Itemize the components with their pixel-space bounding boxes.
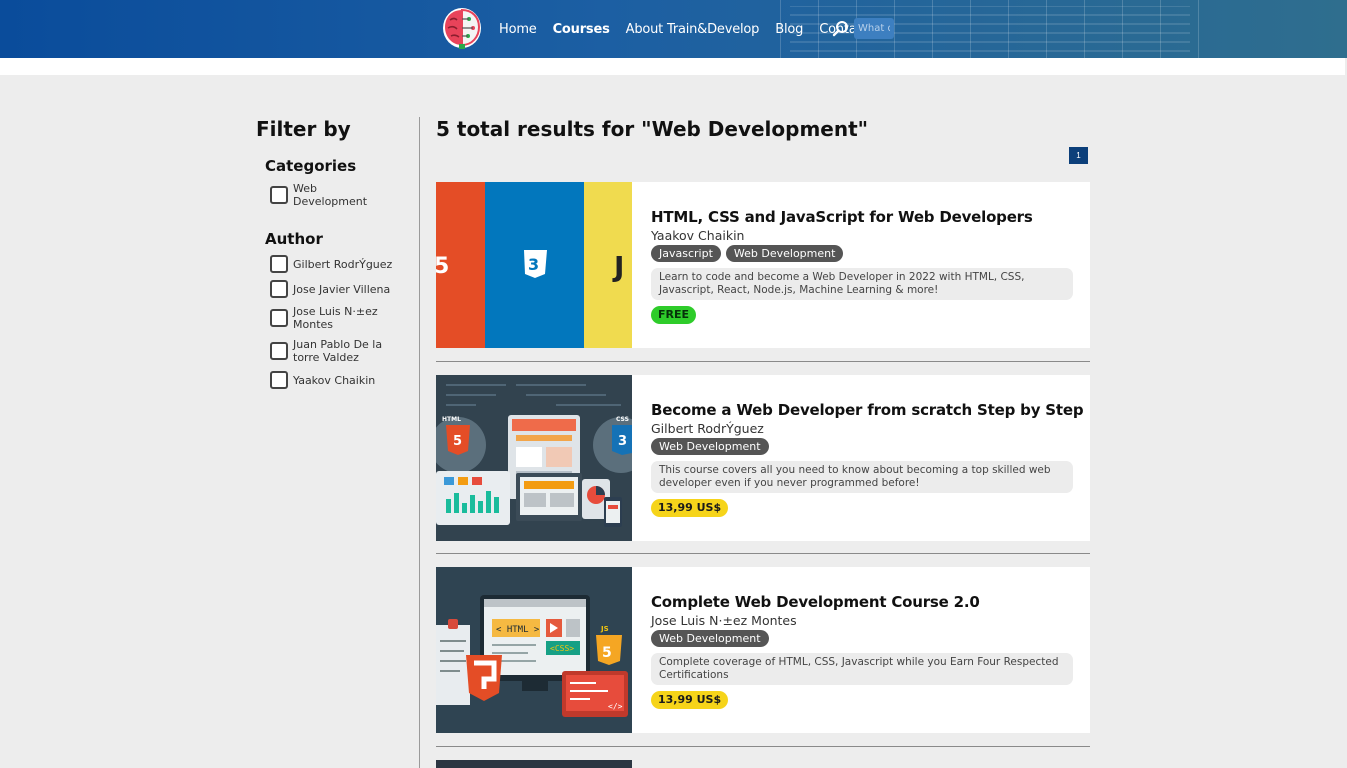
author-filter-gilbert[interactable]: Gilbert RodrÝguez [270,255,416,273]
card-separator [436,361,1090,362]
checkbox[interactable] [270,186,288,204]
price-badge: 13,99 US$ [651,691,729,709]
svg-text:</>: </> [608,702,623,711]
course-card[interactable]: < HTML > <CSS> 5 JS </> Complete Web Dev… [436,567,1090,733]
course-card[interactable] [436,760,1090,768]
course-title[interactable]: HTML, CSS and JavaScript for Web Develop… [651,208,1076,226]
header-subbar [0,58,1345,75]
author-heading: Author [265,230,323,248]
brain-logo-icon[interactable] [442,6,482,50]
html-thumb-label: HTML [442,416,461,423]
search-icon[interactable] [832,20,849,37]
author-filter-jose-javier[interactable]: Jose Javier Villena [270,280,416,298]
checkbox[interactable] [270,280,288,298]
course-description: Learn to code and become a Web Developer… [651,268,1073,300]
css-thumb-label: CSS [616,416,629,423]
course-thumbnail-html-css-js[interactable]: 5 3 J [436,182,632,348]
checkbox[interactable] [270,371,288,389]
checkbox[interactable] [270,342,288,360]
checkbox[interactable] [270,309,288,327]
course-thumbnail-complete-web-dev[interactable]: < HTML > <CSS> 5 JS </> [436,567,632,733]
css-tag-thumb-label: <CSS> [550,644,574,653]
categories-heading: Categories [265,157,357,175]
author-label: Jose Javier Villena [293,282,391,296]
top-navbar: Home Courses About Train&Develop Blog Co… [0,0,1347,58]
svg-text:J: J [612,250,624,283]
course-description: This course covers all you need to know … [651,461,1073,493]
course-description: Complete coverage of HTML, CSS, Javascri… [651,653,1073,685]
nav-home-link[interactable]: Home [499,22,537,37]
nav-about-link[interactable]: About Train&Develop [626,22,760,37]
filter-sidebar: Filter by Categories Web Development Aut… [256,117,416,389]
svg-text:5: 5 [453,434,462,449]
sidebar-divider [419,117,420,768]
course-title[interactable]: Complete Web Development Course 2.0 [651,593,1076,611]
main-nav: Home Courses About Train&Develop Blog Co… [499,0,869,58]
category-label: Web Development [293,182,368,208]
course-author: Jose Luis N·±ez Montes [651,613,797,628]
course-author: Gilbert RodrÝguez [651,421,764,436]
svg-text:5: 5 [436,254,449,279]
author-label: Yaakov Chaikin [293,373,376,387]
search-input[interactable] [854,18,894,39]
html-tag-thumb-label: < HTML > [496,625,540,635]
course-tag: Javascript [651,245,721,262]
author-label: Gilbert RodrÝguez [293,257,393,271]
pagination-page-button[interactable]: 1 [1069,147,1088,164]
price-badge: 13,99 US$ [651,499,729,517]
author-label: Juan Pablo De la torre Valdez [293,338,383,364]
course-thumbnail-web-developer[interactable]: HTML 5 CSS 3 [436,375,632,541]
author-filter-juan-pablo[interactable]: Juan Pablo De la torre Valdez [270,338,416,364]
checkbox[interactable] [270,255,288,273]
card-separator [436,746,1090,747]
price-badge: FREE [651,306,697,324]
course-tag: Web Development [725,245,844,262]
filter-title: Filter by [256,117,351,141]
svg-text:5: 5 [602,645,612,661]
results-heading: 5 total results for "Web Development" [436,117,869,141]
course-tag: Web Development [651,438,769,455]
author-label: Jose Luis N·±ez Montes [293,305,378,331]
course-tag: Web Development [651,630,769,647]
svg-text:3: 3 [618,434,627,449]
nav-courses-link[interactable]: Courses [553,22,610,37]
nav-blog-link[interactable]: Blog [775,22,803,37]
course-card[interactable]: HTML 5 CSS 3 Become a Web Developer from… [436,375,1090,541]
course-author: Yaakov Chaikin [651,228,745,243]
author-filter-yaakov[interactable]: Yaakov Chaikin [270,371,416,389]
category-filter-web-development[interactable]: Web Development [270,182,416,208]
author-filter-jose-luis[interactable]: Jose Luis N·±ez Montes [270,305,416,331]
svg-text:3: 3 [528,255,539,274]
course-title[interactable]: Become a Web Developer from scratch Step… [651,401,1084,419]
card-separator [436,553,1090,554]
js-thumb-label: JS [600,625,609,633]
course-thumbnail-partial[interactable] [436,760,632,768]
course-card[interactable]: 5 3 J HTML, CSS and JavaScript for Web D… [436,182,1090,348]
